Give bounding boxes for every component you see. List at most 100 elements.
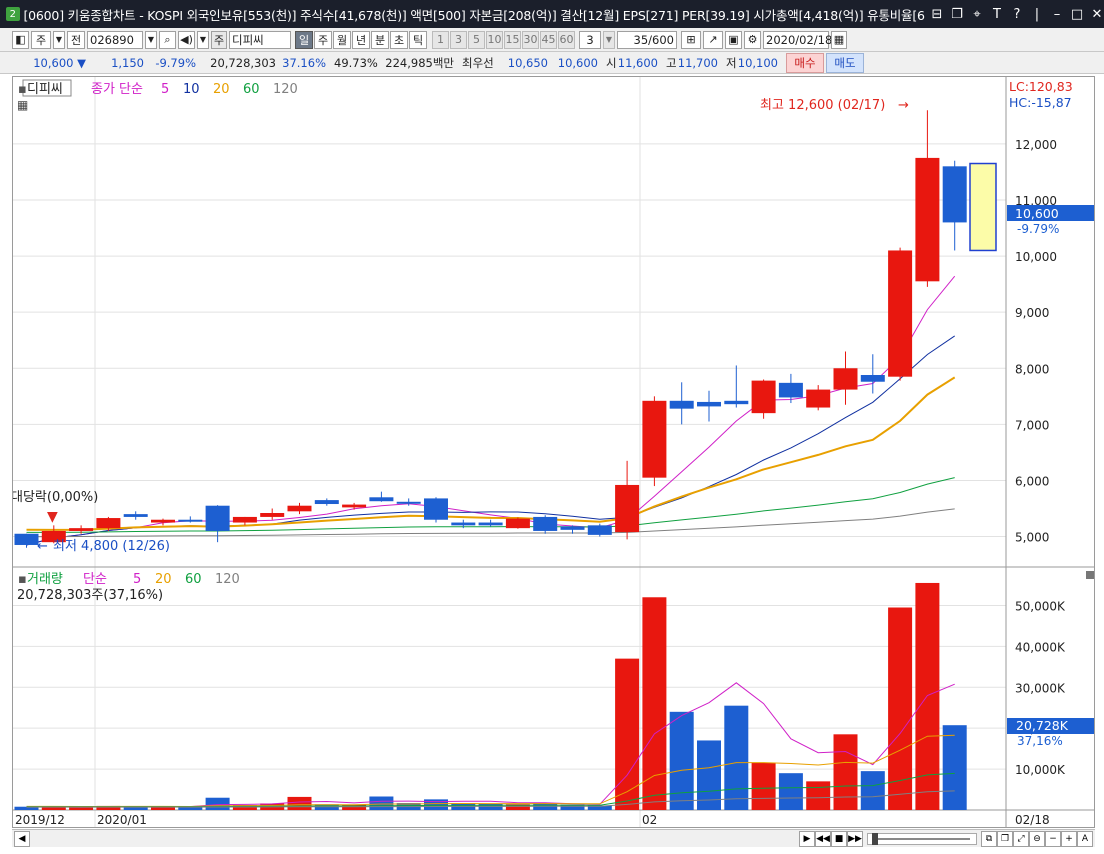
candle-body	[151, 519, 175, 523]
period-dropdown-icon[interactable]: ▼	[53, 30, 65, 49]
volume-legend-prefix: 거래량	[27, 572, 63, 587]
zoom-out-icon[interactable]: ⊖	[1029, 830, 1045, 847]
zoom-slider[interactable]	[867, 832, 977, 845]
speaker-icon[interactable]: ◀)	[178, 30, 195, 49]
drawing-tool-icon[interactable]: ↗	[703, 30, 723, 49]
minute-step-1[interactable]: 3	[450, 30, 467, 49]
x-axis-label-dec: 2019/12	[15, 813, 65, 827]
candle-body	[833, 368, 858, 390]
minute-step-2[interactable]: 5	[468, 30, 485, 49]
candle-body	[806, 389, 831, 408]
chart-toolbar: ◧ 주 ▼ 전 026890 ▼ ⌕ ◀) ▼ 주 디피씨 일주월년분초틱 13…	[0, 28, 1104, 52]
price-legend-ma-10: 10	[183, 82, 200, 97]
separator: |	[1034, 6, 1040, 22]
current-volume-tag: 20,728K	[1016, 718, 1069, 733]
scroll-left-icon[interactable]: ◀	[14, 830, 30, 847]
buy-button[interactable]: 매수	[786, 52, 824, 73]
timeframe-1[interactable]: 주	[314, 30, 332, 49]
speaker-dropdown-icon[interactable]: ▼	[197, 30, 209, 49]
volume-tick-label: 50,000K	[1015, 599, 1066, 613]
layout-icon[interactable]: ⊟	[930, 7, 944, 22]
chart-menu-icon[interactable]: ◧	[12, 30, 29, 49]
price-value: 10,600	[33, 55, 74, 70]
candle-body	[915, 157, 940, 282]
indicator-add-icon[interactable]: ⊞	[681, 30, 701, 49]
settings-gear-icon[interactable]: ⚙	[744, 30, 761, 49]
timeframe-5[interactable]: 초	[390, 30, 408, 49]
candle-body	[751, 380, 776, 414]
stop-icon[interactable]: ■	[831, 830, 847, 847]
turnover-percent: 49.73%	[334, 55, 378, 70]
candle-body	[232, 516, 257, 523]
search-icon[interactable]: ⌕	[159, 30, 176, 49]
font-size-icon[interactable]: A	[1077, 830, 1093, 847]
stock-code-input[interactable]: 026890	[87, 30, 143, 49]
candle-body	[724, 400, 749, 405]
copy-icon[interactable]: ❐	[997, 830, 1013, 847]
minute-step-5[interactable]: 30	[522, 30, 539, 49]
custom-step-input[interactable]: 3	[579, 30, 601, 49]
open-price: 11,600	[617, 55, 658, 70]
candle-body	[942, 166, 967, 223]
high-annotation: 최고 12,600 (02/17)	[760, 98, 885, 113]
chart-scrollbar[interactable]: ◀ ▶ ◀◀ ■ ▶▶ ⧉ ❐ ⤢ ⊖ − + A	[12, 829, 1095, 847]
plus-icon[interactable]: +	[1061, 830, 1077, 847]
sell-button[interactable]: 매도	[826, 52, 864, 73]
minute-step-4[interactable]: 15	[504, 30, 521, 49]
period-selector[interactable]: 주	[31, 30, 51, 49]
minute-step-0[interactable]: 1	[432, 30, 449, 49]
code-dropdown-icon[interactable]: ▼	[145, 30, 157, 49]
timeframe-2[interactable]: 월	[333, 30, 351, 49]
minus-icon[interactable]: −	[1045, 830, 1061, 847]
current-price: 10,600 ▼	[12, 53, 90, 73]
timeframe-3[interactable]: 년	[352, 30, 370, 49]
minute-step-6[interactable]: 45	[540, 30, 557, 49]
down-arrow-icon: ▼	[77, 55, 86, 70]
save-icon[interactable]: ▣	[725, 30, 742, 49]
fast-forward-icon[interactable]: ▶▶	[847, 830, 863, 847]
stock-name-field[interactable]: 디피씨	[229, 30, 291, 49]
count-input[interactable]: 35/600	[617, 30, 677, 49]
candle-body	[287, 505, 312, 512]
candle-body	[123, 514, 148, 517]
volume-bar	[806, 781, 831, 810]
chart-area[interactable]: 12,000 11,000 10,000 9,000 8,000 7,000 6,000 5,…	[11, 76, 1095, 829]
volume-percent: 37.16%	[282, 55, 326, 70]
close-icon[interactable]: ✕	[1090, 7, 1104, 22]
left-annotation: 대당락(0,00%)	[13, 490, 98, 505]
pin-icon[interactable]: ⌖	[970, 7, 984, 22]
timeframe-4[interactable]: 분	[371, 30, 389, 49]
candlestick-chart[interactable]: 12,00011,00010,0009,0008,0007,0006,0005,…	[11, 77, 1094, 829]
grid-table-icon: ▦	[17, 98, 28, 112]
rewind-icon[interactable]: ◀◀	[815, 830, 831, 847]
minute-step-3[interactable]: 10	[486, 30, 503, 49]
volume-bar	[642, 597, 667, 810]
minute-step-7[interactable]: 60	[558, 30, 575, 49]
volume-bar	[669, 711, 694, 810]
restore-window-icon[interactable]: ❐	[950, 7, 964, 22]
current-price-tag: 10,600	[1015, 206, 1059, 221]
open-label: 시	[606, 55, 617, 70]
candle-body	[697, 401, 721, 407]
candle-body	[642, 400, 667, 478]
candle-body	[587, 525, 612, 535]
calendar-icon[interactable]: ▦	[831, 30, 847, 49]
text-icon[interactable]: T	[990, 7, 1004, 22]
help-icon[interactable]: ?	[1010, 7, 1024, 22]
timeframe-6[interactable]: 틱	[409, 30, 427, 49]
play-icon[interactable]: ▶	[799, 830, 815, 847]
maximize-icon[interactable]: □	[1070, 7, 1084, 22]
split-view-icon[interactable]: ⧉	[981, 830, 997, 847]
date-input[interactable]: 2020/02/18	[763, 30, 832, 49]
candle-body	[560, 526, 585, 530]
expand-icon[interactable]: ⤢	[1013, 830, 1029, 847]
prev-button[interactable]: 전	[67, 30, 85, 49]
candle-body	[69, 528, 94, 531]
price-tick-label: 8,000	[1015, 362, 1049, 376]
stock-type-badge: 주	[211, 30, 227, 49]
step-dropdown-icon[interactable]: ▼	[603, 30, 615, 49]
minimize-icon[interactable]: –	[1050, 7, 1064, 22]
timeframe-0[interactable]: 일	[295, 30, 313, 49]
volume-bar	[287, 796, 312, 810]
hc-label: HC:-15,87	[1009, 95, 1072, 110]
